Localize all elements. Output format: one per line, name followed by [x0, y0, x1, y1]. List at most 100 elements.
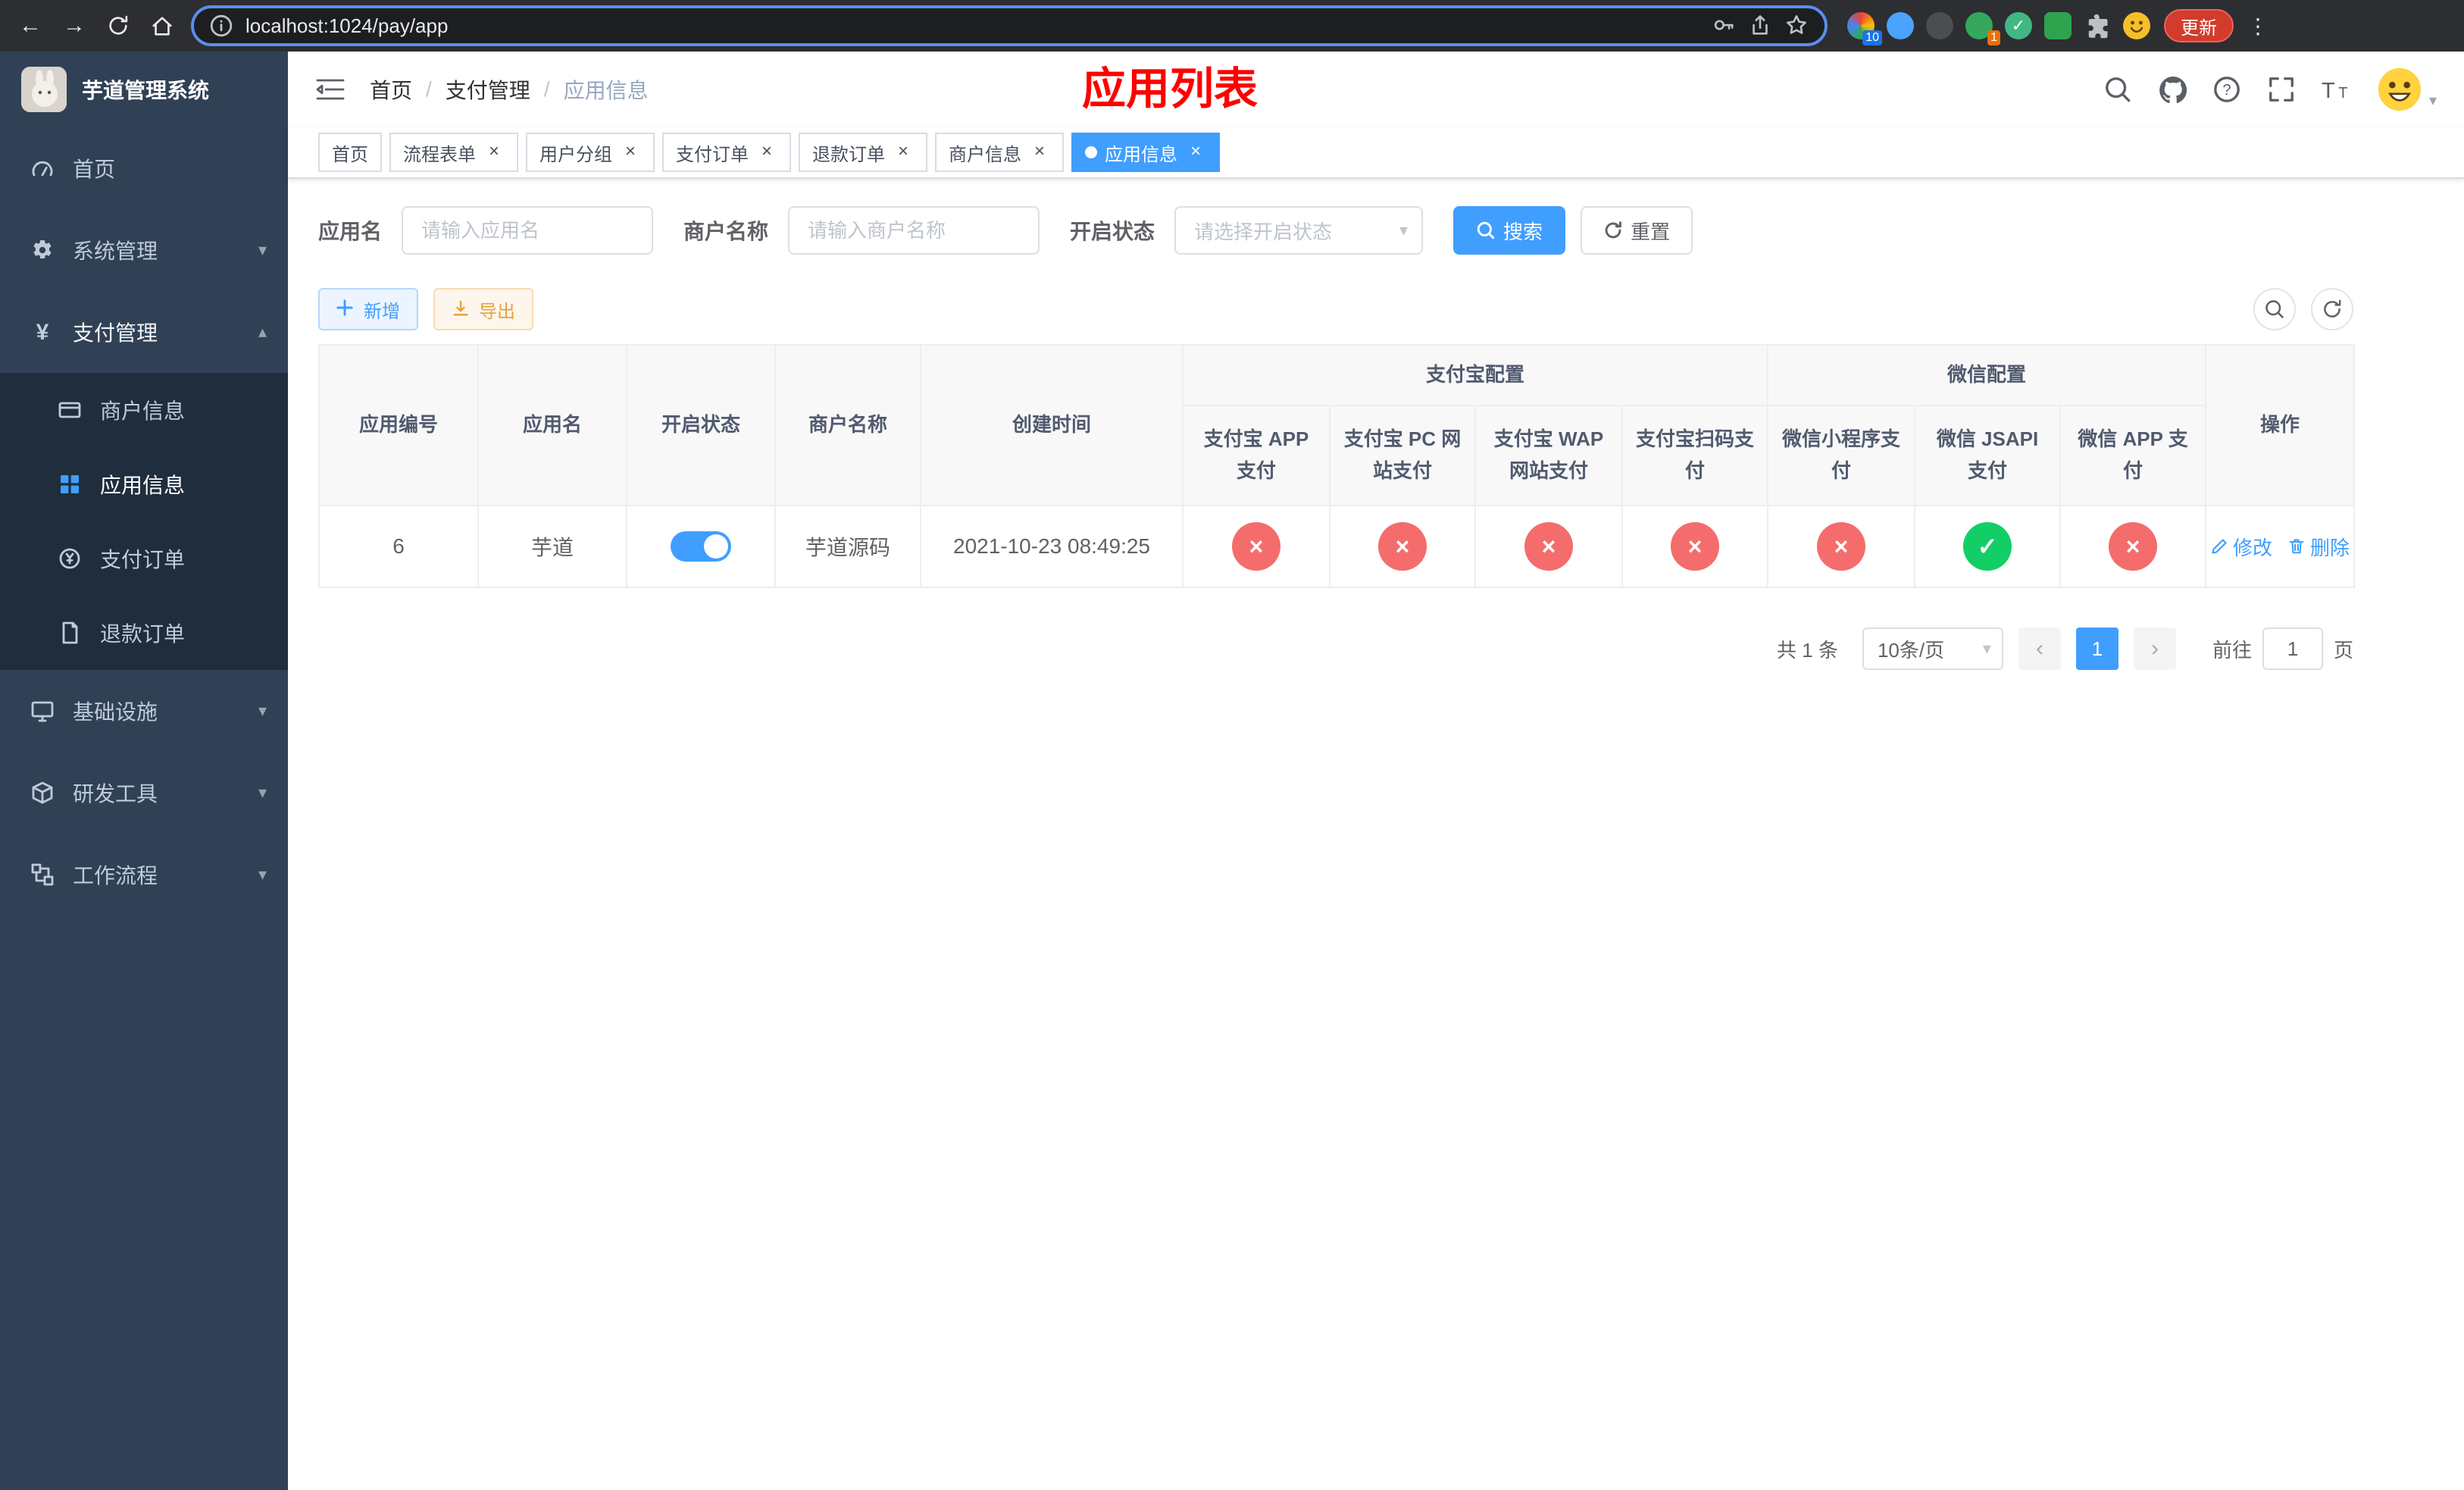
gear-icon	[30, 238, 55, 262]
sidebar-item-workflow[interactable]: 工作流程 ▾	[0, 834, 288, 916]
tab-label: 支付订单	[676, 144, 749, 165]
tab-label: 应用信息	[1105, 144, 1177, 165]
sidebar-item-dev-tools[interactable]: 研发工具 ▾	[0, 752, 288, 834]
svg-text:T: T	[2338, 85, 2347, 102]
sidebar-item-infrastructure[interactable]: 基础设施 ▾	[0, 670, 288, 752]
sidebar-item-label: 工作流程	[73, 864, 158, 887]
app-name-input[interactable]	[402, 206, 654, 255]
search-icon[interactable]	[2103, 75, 2132, 104]
sidebar-toggle-icon[interactable]	[315, 77, 346, 102]
extension-dark-icon[interactable]	[1926, 12, 1953, 39]
refresh-table-button[interactable]	[2311, 288, 2353, 330]
close-icon[interactable]: ×	[756, 142, 777, 163]
close-icon[interactable]: ×	[1029, 142, 1050, 163]
close-icon[interactable]: ×	[1185, 142, 1206, 163]
sidebar-item-merchant-info[interactable]: 商户信息	[0, 373, 288, 447]
github-icon[interactable]	[2158, 75, 2187, 104]
vue-devtools-icon[interactable]: ✓	[2005, 12, 2032, 39]
tab-process-form[interactable]: 流程表单 ×	[389, 133, 518, 172]
password-key-icon[interactable]	[1712, 14, 1737, 38]
tab-app-info-active[interactable]: 应用信息 ×	[1071, 133, 1220, 172]
active-tab-dot	[1085, 146, 1097, 158]
svg-text:T: T	[2322, 79, 2335, 103]
prev-page-button[interactable]: ‹	[2018, 628, 2061, 670]
dashboard-icon	[30, 156, 55, 180]
app-title: 芋道管理系统	[82, 79, 210, 102]
toggle-search-button[interactable]	[2253, 288, 2296, 330]
status-toggle[interactable]	[671, 531, 731, 562]
sidebar-item-refund-orders[interactable]: 退款订单	[0, 596, 288, 670]
sidebar-item-app-info[interactable]: 应用信息	[0, 447, 288, 521]
status-label: 开启状态	[1070, 220, 1155, 243]
extension-green-icon[interactable]: 1	[1965, 12, 2000, 45]
monitor-icon	[30, 699, 55, 723]
breadcrumb-home[interactable]: 首页	[370, 74, 412, 105]
cube-icon	[30, 781, 55, 805]
reset-button[interactable]: 重置	[1581, 206, 1693, 255]
close-icon[interactable]: ×	[893, 142, 914, 163]
help-icon[interactable]: ?	[2212, 75, 2241, 104]
url-text[interactable]: localhost:1024/pay/app	[245, 14, 1700, 38]
home-button[interactable]	[147, 11, 177, 41]
font-size-icon[interactable]: TT	[2322, 75, 2350, 104]
breadcrumb-current: 应用信息	[563, 79, 649, 102]
cell-merchant: 芋道源码	[774, 505, 921, 588]
export-button[interactable]: 导出	[433, 288, 533, 330]
add-button[interactable]: 新增	[318, 288, 418, 330]
close-icon[interactable]: ×	[483, 142, 505, 163]
tab-label: 首页	[332, 144, 368, 165]
delete-link[interactable]: 删除	[2287, 533, 2350, 561]
sidebar-item-pay-orders[interactable]: 支付订单	[0, 521, 288, 596]
tab-refund-orders[interactable]: 退款订单 ×	[799, 133, 927, 172]
col-wechat-mini: 微信小程序支付	[1767, 405, 1916, 506]
chevron-down-icon: ▾	[258, 865, 267, 884]
caret-down-icon: ▾	[1399, 221, 1409, 239]
extension-badge: 10	[1862, 30, 1882, 45]
cell-created-at: 2021-10-23 08:49:25	[920, 505, 1184, 588]
goto-page-input[interactable]	[2262, 628, 2323, 670]
tab-merchant-info[interactable]: 商户信息 ×	[935, 133, 1064, 172]
reload-button[interactable]	[103, 11, 133, 41]
caret-down-icon: ▾	[1982, 639, 1991, 658]
search-icon	[1476, 221, 1496, 240]
address-bar[interactable]: localhost:1024/pay/app	[191, 5, 1828, 46]
breadcrumb-payment[interactable]: 支付管理	[446, 74, 530, 105]
tab-user-group[interactable]: 用户分组 ×	[526, 133, 655, 172]
browser-update-button[interactable]: 更新	[2164, 9, 2234, 42]
bookmark-star-icon[interactable]	[1785, 14, 1809, 38]
sidebar-item-system[interactable]: 系统管理 ▾	[0, 209, 288, 291]
col-merchant: 商户名称	[774, 344, 921, 506]
browser-menu-icon[interactable]: ⋮	[2247, 14, 2269, 39]
share-icon[interactable]	[1749, 14, 1773, 38]
col-app-name: 应用名	[477, 344, 627, 506]
extension-droplet-icon[interactable]	[1887, 12, 1914, 39]
app-navbar: 首页 / 支付管理 / 应用信息 应用列表 ? T T ▾	[288, 52, 2464, 127]
sidebar-item-home[interactable]: 首页	[0, 127, 288, 209]
sidebar-logo[interactable]: 芋道管理系统	[0, 52, 288, 127]
status-select[interactable]: 请选择开启状态 ▾	[1174, 206, 1424, 255]
user-avatar[interactable]: ▾	[2375, 66, 2437, 113]
tab-pay-orders[interactable]: 支付订单 ×	[662, 133, 791, 172]
extension-colorwheel-icon[interactable]: 10	[1847, 12, 1882, 45]
back-button[interactable]: ←	[15, 11, 45, 41]
status-select-placeholder: 请选择开启状态	[1194, 220, 1333, 243]
extensions-puzzle-icon[interactable]	[2084, 12, 2111, 39]
edit-link[interactable]: 修改	[2210, 533, 2272, 561]
tab-home[interactable]: 首页	[318, 133, 382, 172]
total-count: 共 1 条	[1777, 638, 1838, 662]
close-icon[interactable]: ×	[620, 142, 641, 163]
extension-face-icon[interactable]	[2123, 12, 2150, 39]
search-button[interactable]: 搜索	[1453, 206, 1566, 255]
forward-button[interactable]: →	[59, 11, 89, 41]
payment-submenu: 商户信息 应用信息 支付订单 退款订单	[0, 373, 288, 670]
extension-green-square-icon[interactable]	[2044, 12, 2072, 39]
sidebar-item-payment[interactable]: ¥ 支付管理 ▴	[0, 291, 288, 373]
page-1-button[interactable]: 1	[2075, 628, 2118, 670]
goto-label: 前往	[2212, 638, 2252, 662]
fullscreen-icon[interactable]	[2267, 75, 2296, 104]
wechat-app-status-icon: ×	[2109, 522, 2158, 571]
merchant-name-input[interactable]	[788, 206, 1040, 255]
site-info-icon[interactable]	[209, 14, 233, 38]
next-page-button[interactable]: ›	[2133, 628, 2176, 670]
page-size-select[interactable]: 10条/页 ▾	[1862, 628, 2003, 670]
